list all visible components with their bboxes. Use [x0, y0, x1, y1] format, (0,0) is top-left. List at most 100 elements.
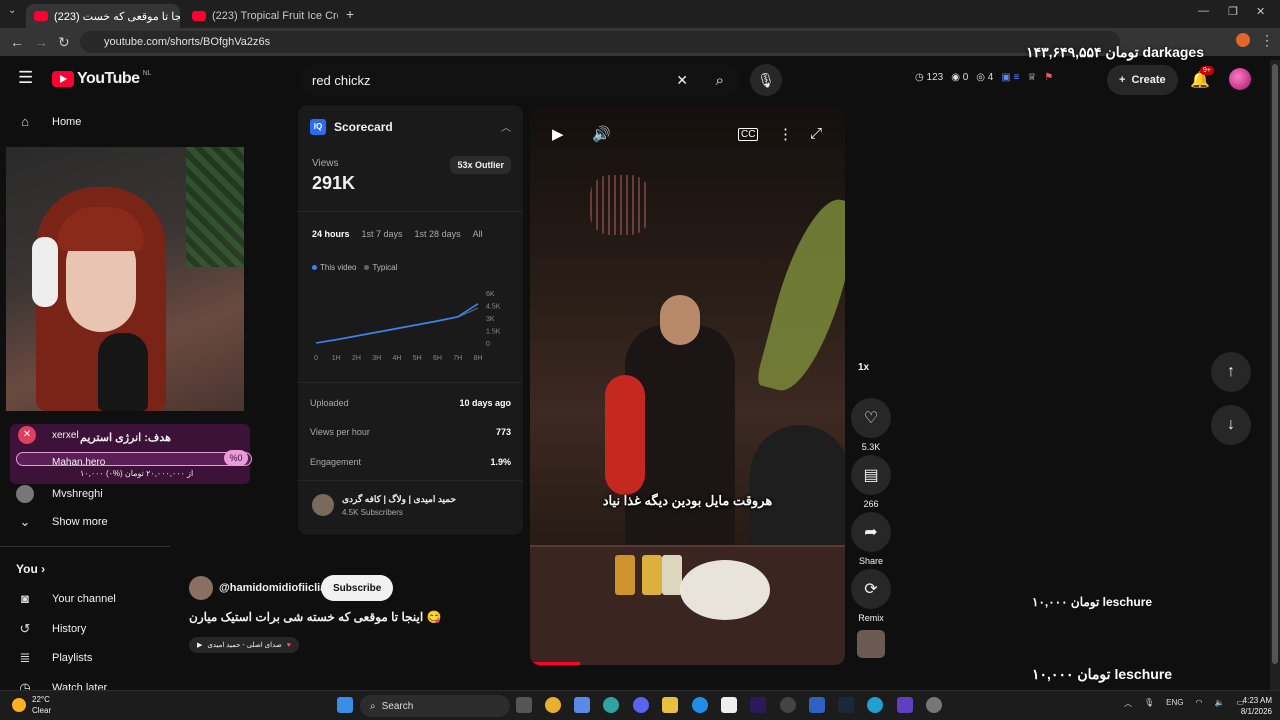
taskbar-search[interactable]: ⌕ Search	[360, 695, 510, 717]
shorts-video-player[interactable]: ▶ 🔊 CC ⋮ ⤢ هروقت مایل بودین دیگه غذا نیا…	[530, 105, 845, 665]
channel-avatar[interactable]	[312, 494, 334, 516]
comment-icon: ▤	[851, 455, 891, 495]
reload-icon[interactable]: ↻	[58, 34, 70, 51]
play-icon[interactable]: ▶	[552, 125, 564, 143]
tab-24-hours[interactable]: 24 hours	[312, 229, 350, 239]
subscribe-button[interactable]: Subscribe	[321, 575, 394, 601]
sidebar-item-your-channel[interactable]: ◙ Your channel	[16, 591, 116, 606]
sidebar-item-home[interactable]: ⌂ Home	[16, 114, 81, 129]
view-stat: ◎ 4	[976, 72, 994, 83]
sidebar-item-label: Your channel	[52, 592, 116, 605]
back-icon[interactable]: ←	[10, 34, 24, 50]
app-icon[interactable]	[780, 697, 796, 713]
sidebar-item-history[interactable]: ↺ History	[16, 621, 87, 637]
previous-short-button[interactable]: ↑	[1211, 352, 1251, 392]
alert-icon[interactable]: ⚑	[1044, 72, 1053, 83]
mic-icon[interactable]: 🎙	[1144, 698, 1154, 709]
fullscreen-icon[interactable]: ⤢	[810, 125, 822, 142]
task-view-icon[interactable]	[516, 697, 532, 713]
chrome-icon[interactable]	[545, 697, 561, 713]
search-input[interactable]: red chickz	[312, 73, 371, 88]
next-short-button[interactable]: ↓	[1211, 405, 1251, 445]
video-waiter	[605, 295, 735, 565]
scorecard-channel-name[interactable]: حمید امیدی | ولاگ | کافه گردی	[342, 494, 456, 505]
volume-icon[interactable]: 🔊	[592, 125, 611, 143]
donation-alert: ۱۰,۰۰۰ تومان leschure	[1032, 595, 1153, 609]
owner-handle[interactable]: @hamidomidiofiicliall	[219, 582, 332, 594]
comments-button[interactable]: ▤ 266	[851, 455, 891, 509]
telegram-icon[interactable]	[867, 697, 883, 713]
remix-icon: ⟳	[851, 569, 891, 609]
url-field[interactable]: youtube.com/shorts/BOfghVa2z6s	[80, 31, 1120, 53]
tab-search-icon[interactable]: ⌄	[8, 5, 16, 16]
notifications-button[interactable]: 🔔 9+	[1190, 66, 1214, 90]
search-icon[interactable]: ⌕	[716, 72, 724, 89]
goal-user-1: xerxel	[52, 430, 79, 441]
trophy-icon[interactable]: ♕	[1027, 72, 1036, 83]
account-avatar[interactable]	[1229, 68, 1251, 90]
clear-search-icon[interactable]: ✕	[676, 72, 688, 89]
scorecard-header[interactable]: IQ Scorecard	[310, 119, 393, 135]
maximize-icon[interactable]: ❐	[1228, 5, 1238, 18]
user-icon: ◙	[21, 591, 29, 606]
sidebar-item-label: History	[52, 623, 87, 635]
tab-active[interactable]: اینجا تا موقعی که خست (223) ✕	[26, 4, 180, 28]
browser-icon[interactable]	[692, 697, 708, 713]
sidebar-you-heading[interactable]: You ›	[16, 562, 45, 576]
playback-speed[interactable]: 1x	[858, 362, 869, 373]
file-explorer-icon[interactable]	[662, 697, 678, 713]
volume-icon[interactable]: 🔈	[1214, 698, 1224, 709]
minimize-icon[interactable]: —	[1198, 5, 1209, 17]
discord-icon[interactable]	[633, 697, 649, 713]
music-chip[interactable]: ▶ صدای اصلی - حمید امیدی ♥	[189, 637, 299, 653]
new-tab-button[interactable]: +	[346, 6, 354, 22]
share-button[interactable]: ➦ Share	[851, 512, 891, 566]
views-value: 291K	[312, 173, 356, 193]
voice-search-button[interactable]: 🎙	[750, 64, 782, 96]
edge-icon[interactable]	[603, 697, 619, 713]
tab-first-28-days[interactable]: 1st 28 days	[415, 229, 461, 239]
language-indicator[interactable]: ENG	[1166, 698, 1183, 709]
settings-icon[interactable]	[926, 697, 942, 713]
video-progress-bar[interactable]	[530, 662, 581, 665]
tab-first-7-days[interactable]: 1st 7 days	[362, 229, 403, 239]
tab-inactive[interactable]: (223) Tropical Fruit Ice Cream M ✕	[184, 4, 338, 28]
search-icon: ⌕	[370, 700, 376, 712]
create-label: Create	[1131, 74, 1166, 86]
browser-menu-icon[interactable]: ⋮	[1260, 32, 1274, 49]
chevron-up-icon[interactable]: ︿	[1124, 698, 1132, 709]
profile-avatar[interactable]	[1236, 33, 1250, 47]
chevron-up-icon[interactable]: ︿	[501, 119, 511, 134]
captions-icon[interactable]: CC	[738, 128, 759, 141]
wifi-icon[interactable]: ◠	[1196, 698, 1203, 709]
youtube-logo[interactable]: YouTube NL	[52, 70, 152, 88]
sidebar-show-more[interactable]: ⌄ Show more	[16, 514, 108, 530]
sidebar-item-subscription[interactable]: Mvshreghi	[16, 485, 103, 503]
premiere-icon[interactable]	[750, 697, 766, 713]
vpn-icon[interactable]	[897, 697, 913, 713]
sidebar-item-playlists[interactable]: ≣ Playlists	[16, 650, 93, 666]
like-button[interactable]: ♡ 5.3K	[851, 398, 891, 452]
create-button[interactable]: + Create	[1107, 65, 1178, 95]
menu-icon[interactable]: ☰	[18, 68, 33, 88]
more-options-icon[interactable]: ⋮	[778, 125, 793, 143]
page-scrollbar[interactable]	[1270, 60, 1280, 690]
sound-thumbnail[interactable]	[857, 630, 885, 658]
extension-icon[interactable]: ▣ ≡	[1001, 72, 1019, 83]
steam-icon[interactable]	[838, 697, 854, 713]
sidebar-item-label: Home	[52, 115, 82, 128]
close-window-icon[interactable]: ✕	[1256, 5, 1265, 18]
playlist-icon: ≣	[19, 650, 31, 665]
chart-app-icon[interactable]	[809, 697, 825, 713]
copilot-icon[interactable]	[574, 697, 590, 713]
owner-avatar[interactable]	[189, 576, 213, 600]
weather-widget[interactable]: 22°C Clear	[12, 694, 51, 716]
vidiq-logo-icon: IQ	[310, 119, 326, 135]
store-icon[interactable]	[721, 697, 737, 713]
search-box[interactable]: red chickz ✕ ⌕	[300, 64, 740, 96]
clock[interactable]: 4:23 AM 8/1/2026	[1226, 695, 1272, 717]
forward-icon[interactable]: →	[34, 34, 48, 50]
start-icon[interactable]	[337, 697, 353, 713]
remix-button[interactable]: ⟳ Remix	[851, 569, 891, 623]
tab-all[interactable]: All	[473, 229, 483, 239]
